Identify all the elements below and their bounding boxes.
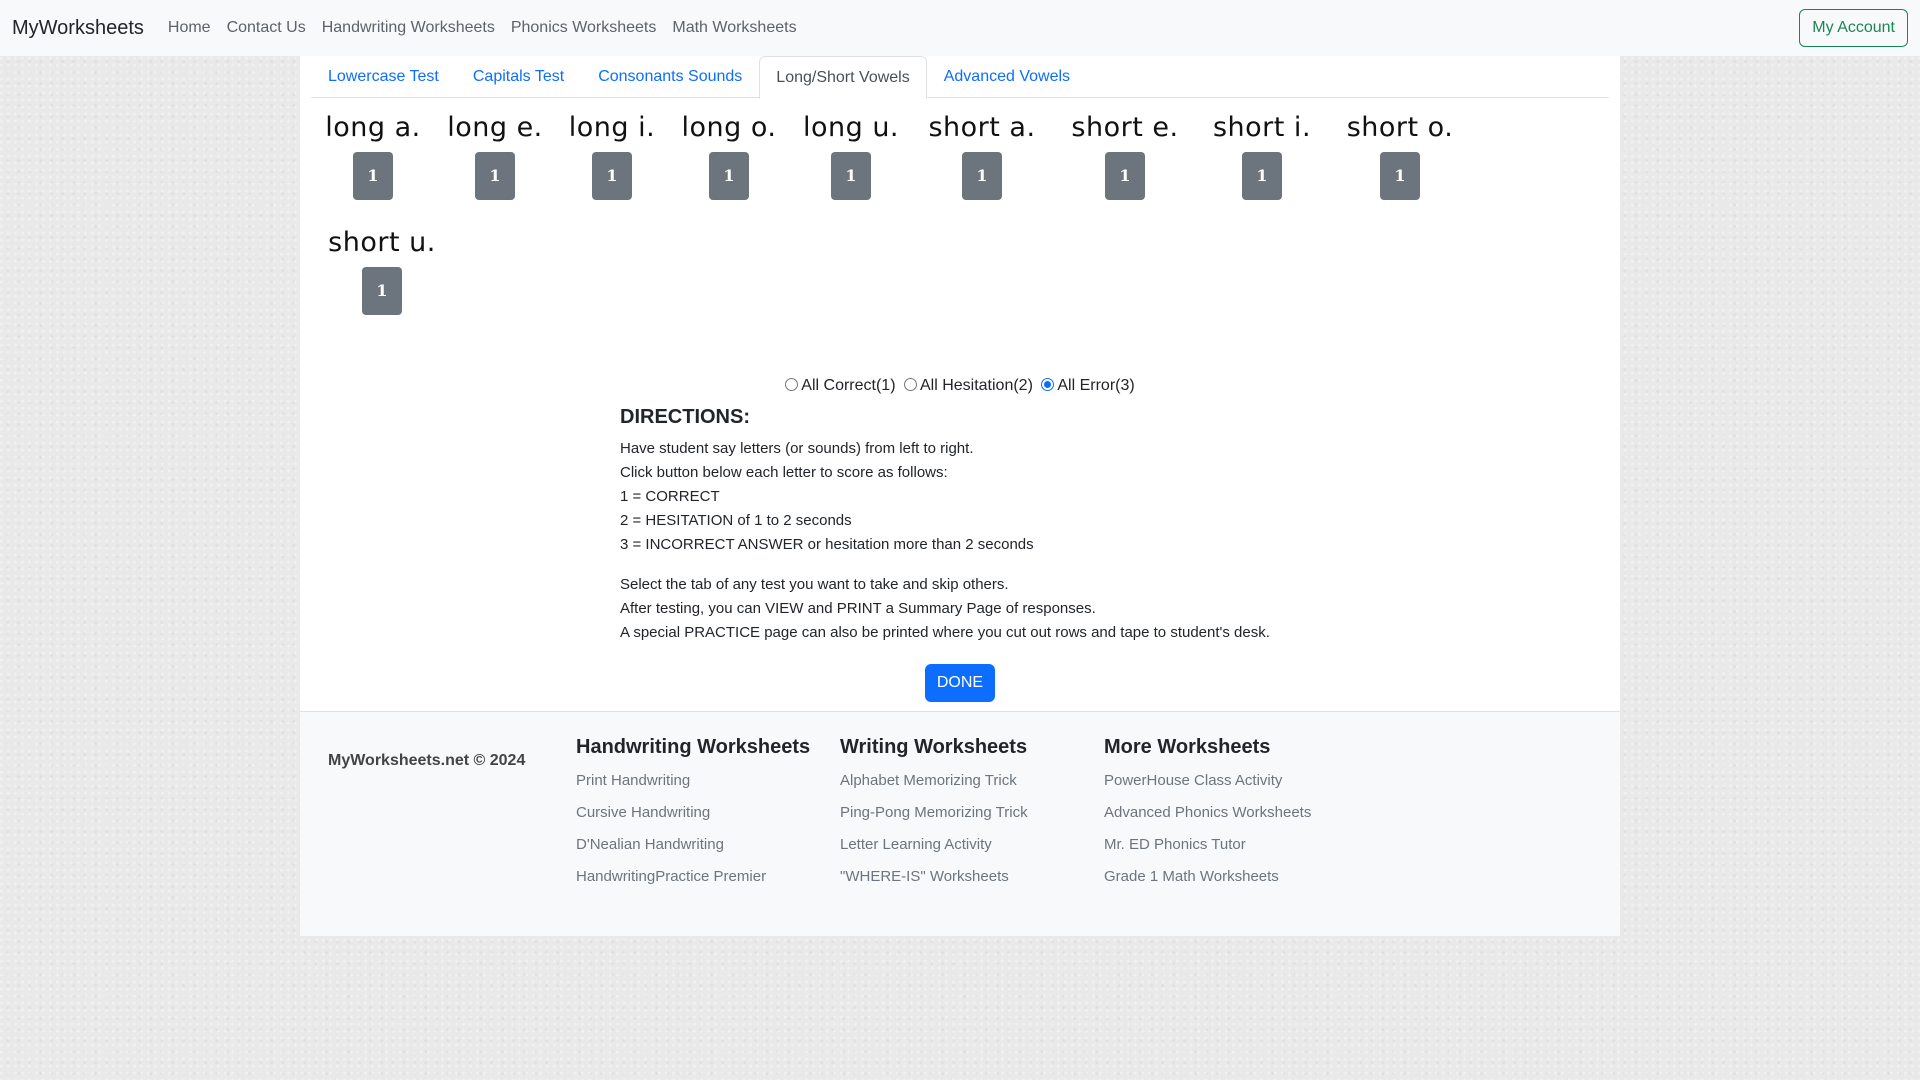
all-hesitation-option[interactable]: All Hesitation(2) [903, 377, 1033, 394]
vowel-label: long i. [568, 112, 656, 143]
directions-line: Click button below each letter to score … [620, 464, 948, 481]
footer-link[interactable]: Alphabet Memorizing Trick [840, 765, 1028, 797]
nav-home[interactable]: Home [168, 19, 211, 37]
footer-link[interactable]: Print Handwriting [576, 765, 810, 797]
footer-link[interactable]: Cursive Handwriting [576, 797, 810, 829]
score-button[interactable]: 1 [709, 152, 749, 200]
footer-column-title: Writing Worksheets [840, 736, 1028, 758]
directions-note: After testing, you can VIEW and PRINT a … [620, 600, 1096, 617]
all-hesitation-label: All Hesitation(2) [919, 377, 1033, 394]
footer-link[interactable]: Advanced Phonics Worksheets [1104, 797, 1311, 829]
score-button[interactable]: 1 [592, 152, 632, 200]
footer-link[interactable]: "WHERE-IS" Worksheets [840, 861, 1028, 893]
vowel-label: short u. [328, 227, 436, 258]
bulk-score-options: All Correct(1) All Hesitation(2) All Err… [300, 377, 1620, 395]
all-correct-radio[interactable] [785, 378, 799, 391]
directions-line: 2 = HESITATION of 1 to 2 seconds [620, 512, 852, 529]
vowel-label: long o. [681, 112, 777, 143]
nav-math-worksheets[interactable]: Math Worksheets [672, 19, 796, 37]
footer-link[interactable]: D'Nealian Handwriting [576, 829, 810, 861]
all-error-radio[interactable] [1041, 378, 1055, 391]
all-hesitation-radio[interactable] [903, 378, 917, 391]
directions-note: Select the tab of any test you want to t… [620, 576, 1009, 593]
score-button[interactable]: 1 [962, 152, 1002, 200]
all-error-option[interactable]: All Error(3) [1041, 377, 1135, 394]
vowel-item-short-e: short e. 1 [1060, 108, 1190, 200]
directions-line: 3 = INCORRECT ANSWER or hesitation more … [620, 536, 1034, 553]
all-correct-label: All Correct(1) [801, 377, 896, 394]
vowel-label: long a. [325, 112, 421, 143]
vowel-item-short-u: short u. 1 [317, 223, 447, 315]
footer-link[interactable]: Letter Learning Activity [840, 829, 1028, 861]
directions-line: Have student say letters (or sounds) fro… [620, 440, 974, 457]
score-button[interactable]: 1 [353, 152, 393, 200]
tab-advanced-vowels[interactable]: Advanced Vowels [927, 56, 1087, 98]
all-correct-option[interactable]: All Correct(1) [785, 377, 896, 394]
nav-contact-us[interactable]: Contact Us [227, 19, 306, 37]
directions-title: DIRECTIONS: [620, 406, 750, 428]
footer-column-title: More Worksheets [1104, 736, 1271, 758]
vowel-item-long-u: long u. 1 [786, 108, 916, 200]
tab-consonants-sounds[interactable]: Consonants Sounds [581, 56, 759, 98]
tab-lowercase-test[interactable]: Lowercase Test [311, 56, 456, 98]
footer-column-title: Handwriting Worksheets [576, 736, 811, 758]
vowel-label: long u. [802, 112, 900, 143]
vowel-item-long-a: long a. 1 [308, 108, 438, 200]
vowel-label: short a. [928, 112, 1036, 143]
vowel-label: short e. [1071, 112, 1179, 143]
score-button[interactable]: 1 [1105, 152, 1145, 200]
footer-column-writing: Writing Worksheets Alphabet Memorizing T… [840, 736, 1028, 893]
tab-capitals-test[interactable]: Capitals Test [456, 56, 581, 98]
nav-handwriting-worksheets[interactable]: Handwriting Worksheets [322, 19, 495, 37]
top-navbar: MyWorksheets Home Contact Us Handwriting… [0, 0, 1920, 56]
test-tabs: Lowercase Test Capitals Test Consonants … [311, 56, 1609, 99]
my-account-button[interactable]: My Account [1799, 9, 1908, 47]
score-button[interactable]: 1 [475, 152, 515, 200]
footer-link[interactable]: Mr. ED Phonics Tutor [1104, 829, 1311, 861]
all-error-label: All Error(3) [1057, 377, 1135, 394]
nav-phonics-worksheets[interactable]: Phonics Worksheets [511, 19, 657, 37]
vowel-item-long-i: long i. 1 [547, 108, 677, 200]
done-button[interactable]: DONE [925, 664, 995, 702]
brand-logo[interactable]: MyWorksheets [12, 17, 144, 40]
vowel-item-short-i: short i. 1 [1197, 108, 1327, 200]
vowel-item-long-e: long e. 1 [430, 108, 560, 200]
directions-note: A special PRACTICE page can also be prin… [620, 624, 1270, 641]
vowel-label: short o. [1346, 112, 1454, 143]
footer-column-handwriting: Handwriting Worksheets Print Handwriting… [576, 736, 810, 893]
footer-link[interactable]: Grade 1 Math Worksheets [1104, 861, 1311, 893]
vowel-label: long e. [447, 112, 543, 143]
score-button[interactable]: 1 [1242, 152, 1282, 200]
footer-column-more: More Worksheets PowerHouse Class Activit… [1104, 736, 1311, 893]
score-button[interactable]: 1 [362, 267, 402, 315]
directions-block: DIRECTIONS: Have student say letters (or… [620, 406, 1420, 645]
main-panel: Lowercase Test Capitals Test Consonants … [300, 56, 1620, 711]
score-button[interactable]: 1 [1380, 152, 1420, 200]
score-button[interactable]: 1 [831, 152, 871, 200]
vowel-item-short-a: short a. 1 [917, 108, 1047, 200]
directions-line: 1 = CORRECT [620, 488, 720, 505]
footer-link[interactable]: PowerHouse Class Activity [1104, 765, 1311, 797]
site-footer: MyWorksheets.net © 2024 Handwriting Work… [300, 711, 1620, 936]
tab-long-short-vowels[interactable]: Long/Short Vowels [759, 56, 927, 99]
footer-link[interactable]: HandwritingPractice Premier [576, 861, 810, 893]
vowel-label: short i. [1212, 112, 1312, 143]
vowel-item-long-o: long o. 1 [664, 108, 794, 200]
vowel-item-short-o: short o. 1 [1335, 108, 1465, 200]
footer-link[interactable]: Ping-Pong Memorizing Trick [840, 797, 1028, 829]
footer-copyright: MyWorksheets.net © 2024 [328, 752, 526, 769]
